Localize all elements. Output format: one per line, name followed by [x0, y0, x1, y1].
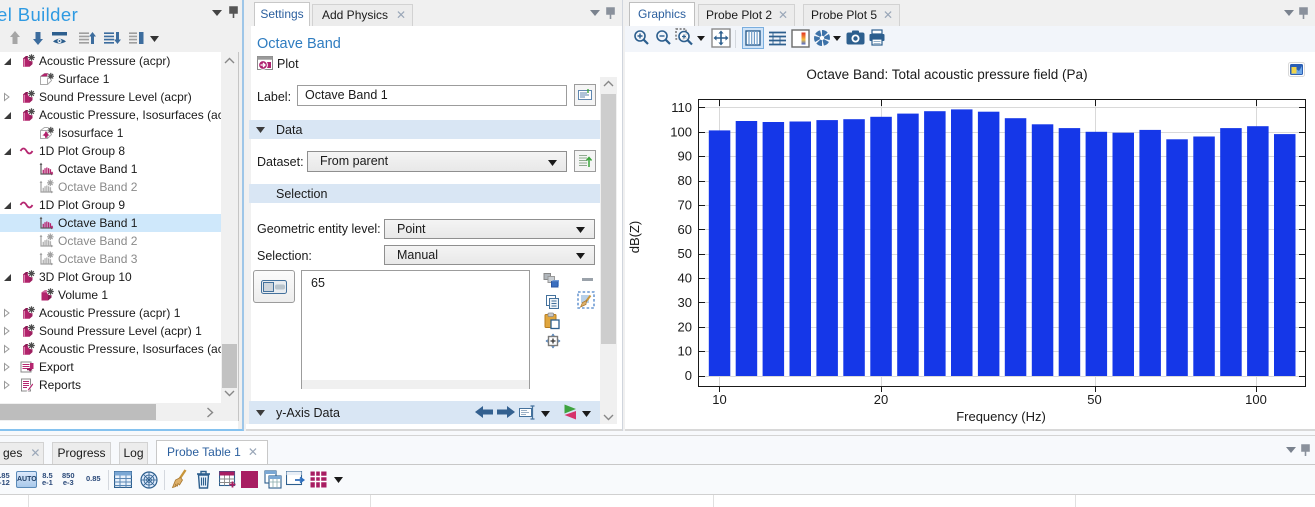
- svg-text:Octave Band: Total acoustic pr: Octave Band: Total acoustic pressure fie…: [806, 67, 1087, 82]
- svg-text:80: 80: [678, 173, 692, 188]
- svg-text:30: 30: [678, 295, 692, 310]
- svg-text:50: 50: [678, 246, 692, 261]
- svg-text:40: 40: [678, 271, 692, 286]
- svg-text:90: 90: [678, 149, 692, 164]
- svg-text:0: 0: [685, 368, 692, 383]
- svg-text:Frequency (Hz): Frequency (Hz): [956, 409, 1046, 424]
- svg-text:10: 10: [712, 392, 726, 407]
- svg-text:100: 100: [670, 124, 692, 139]
- svg-text:70: 70: [678, 198, 692, 213]
- svg-text:20: 20: [678, 319, 692, 334]
- svg-text:10: 10: [678, 344, 692, 359]
- svg-text:50: 50: [1087, 392, 1101, 407]
- svg-text:dB(Z): dB(Z): [627, 221, 642, 254]
- svg-text:60: 60: [678, 222, 692, 237]
- svg-text:110: 110: [671, 100, 692, 115]
- svg-text:20: 20: [874, 392, 888, 407]
- svg-text:100: 100: [1245, 392, 1267, 407]
